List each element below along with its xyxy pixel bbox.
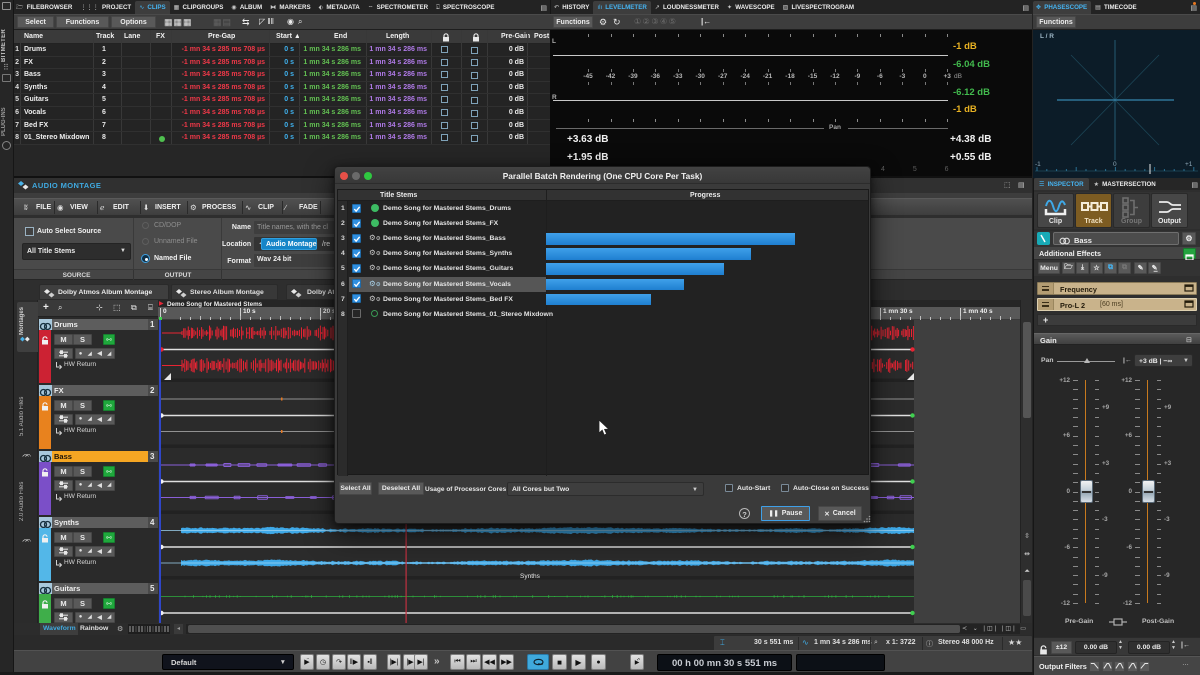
svg-text:0: 0 — [1113, 161, 1117, 168]
svg-text:+1: +1 — [1185, 161, 1193, 168]
svg-text:Synths: Synths — [520, 573, 541, 580]
svg-text:-1: -1 — [1035, 161, 1041, 168]
